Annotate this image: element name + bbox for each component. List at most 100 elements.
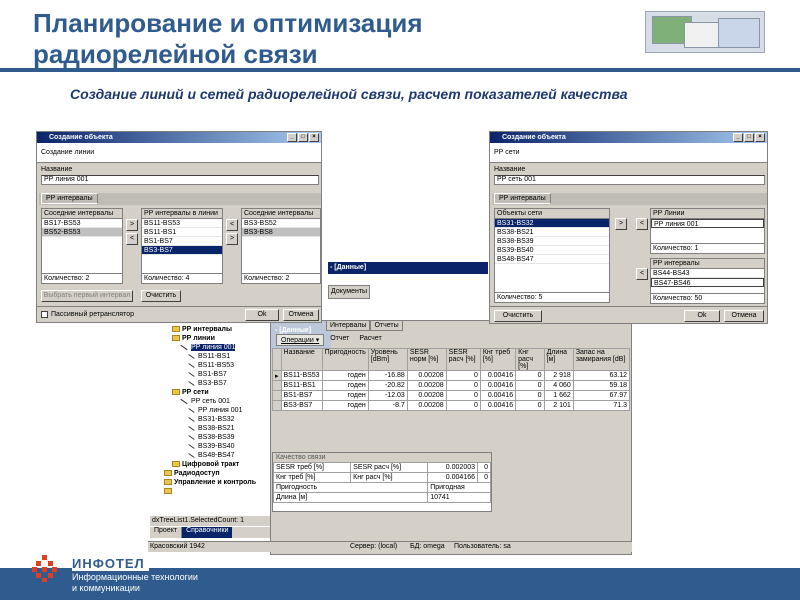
grid-column-header[interactable]: Кнг треб [%]: [479, 348, 517, 371]
table-cell: BS11-BS53: [280, 370, 323, 381]
list-item[interactable]: BS3-BS7: [142, 246, 222, 255]
table-row[interactable]: ▸ BS11-BS53 годен -16.88 0.00208 0 0.00416 0 2 9…: [272, 370, 631, 381]
close-icon[interactable]: ×: [309, 133, 319, 142]
tab-project[interactable]: Проект: [150, 527, 183, 538]
minimize-icon[interactable]: _: [287, 133, 297, 142]
kng-req-label: Кнг треб [%]: [272, 472, 352, 483]
list-item[interactable]: BS1-BS7: [142, 237, 222, 246]
tab-rr-intervals[interactable]: РР интервалы: [41, 193, 98, 204]
tree-node[interactable]: BS38-BS21: [150, 424, 270, 433]
tab-rr-intervals[interactable]: РР интервалы: [494, 193, 551, 204]
grid-column-header[interactable]: Кнг расч [%]: [515, 348, 545, 371]
remove-arrow-button[interactable]: <: [126, 233, 138, 245]
rr-lines-list[interactable]: РР Линии РР линия 001 Количество: 1: [650, 208, 765, 254]
list-item[interactable]: BS3-BS52: [242, 219, 320, 228]
tree-node[interactable]: BS11-BS53: [150, 361, 270, 370]
add-arrow-button[interactable]: >: [615, 218, 627, 230]
tree-node[interactable]: РР линия 001: [150, 343, 270, 352]
network-objects-list[interactable]: Объекты сети BS31-BS32 BS38-BS21 BS38-BS…: [494, 208, 610, 303]
clear-button[interactable]: Очистить: [141, 290, 181, 302]
add-arrow-button[interactable]: >: [126, 219, 138, 231]
table-cell: BS1-BS7: [280, 390, 323, 401]
table-cell: 0.00208: [406, 390, 447, 401]
list-item[interactable]: BS44-BS43: [651, 269, 764, 278]
list-item[interactable]: BS17-BS53: [42, 219, 122, 228]
tree-node[interactable]: РР сети: [150, 388, 270, 397]
grid-column-header[interactable]: SESR расч [%]: [445, 348, 481, 371]
tree-node[interactable]: РР линии: [150, 334, 270, 343]
list-item[interactable]: BS52-BS53: [42, 228, 122, 237]
tree-node-label: BS11-BS1: [198, 353, 231, 360]
list-item[interactable]: BS11-BS53: [142, 219, 222, 228]
grid-column-header[interactable]: SESR норм [%]: [406, 348, 447, 371]
neighbor-intervals-left[interactable]: Соседние интервалы BS17-BS53 BS52-BS53 К…: [41, 208, 123, 284]
remove-arrow-button-2[interactable]: <: [226, 219, 238, 231]
table-cell: -20.82: [367, 380, 408, 391]
tree-node[interactable]: РР интервалы: [150, 325, 270, 334]
tab-references[interactable]: Справочники: [182, 527, 233, 538]
tree-node[interactable]: BS11-BS1: [150, 352, 270, 361]
list-item[interactable]: BS48-BS47: [495, 255, 609, 264]
list-item[interactable]: BS39-BS40: [495, 246, 609, 255]
list-item[interactable]: РР линия 001: [651, 219, 764, 228]
operations-button[interactable]: Операции ▾: [276, 334, 325, 346]
tree-node[interactable]: [150, 487, 270, 496]
list-item[interactable]: BS38-BS21: [495, 228, 609, 237]
minimize-icon[interactable]: _: [733, 133, 743, 142]
documents-tab[interactable]: Документы: [328, 285, 370, 299]
ok-button[interactable]: Ok: [245, 309, 279, 321]
select-first-interval-button[interactable]: Выбрать первый интервал: [41, 290, 133, 302]
table-row[interactable]: BS3-BS7 годен -8.7 0.00208 0 0.00416 0 2 101 71.…: [272, 400, 631, 411]
rr-intervals-list[interactable]: РР интервалы BS44-BS43 BS47-BS46 Количес…: [650, 258, 765, 304]
remove-arrow-button-2[interactable]: <: [636, 268, 648, 280]
tree-node[interactable]: BS48-BS47: [150, 451, 270, 460]
table-cell: BS11-BS1: [280, 380, 323, 391]
list-item[interactable]: BS11-BS1: [142, 228, 222, 237]
ok-button[interactable]: Ok: [684, 310, 720, 322]
list-item[interactable]: BS3-BS8: [242, 228, 320, 237]
cancel-button[interactable]: Отмена: [724, 310, 764, 322]
cancel-button[interactable]: Отмена: [283, 309, 319, 321]
tree-node[interactable]: BS39-BS40: [150, 442, 270, 451]
row-indicator-header: [272, 348, 282, 371]
tree-node[interactable]: Цифровой тракт: [150, 460, 270, 469]
line-intervals-list[interactable]: РР интервалы в линии BS11-BS53 BS11-BS1 …: [141, 208, 223, 284]
folder-icon: [172, 326, 180, 333]
row-indicator: [272, 380, 282, 391]
tree-node[interactable]: BS1-BS7: [150, 370, 270, 379]
table-row[interactable]: BS1-BS7 годен -12.03 0.00208 0 0.00416 0 1 662 6…: [272, 390, 631, 401]
clear-button[interactable]: Очистить: [494, 310, 542, 322]
name-field[interactable]: РР сеть 001: [494, 175, 765, 185]
grid-column-header[interactable]: Уровень [dBm]: [367, 348, 408, 371]
name-field[interactable]: РР линия 001: [41, 175, 319, 185]
remove-arrow-button[interactable]: <: [636, 218, 648, 230]
list-item[interactable]: BS31-BS32: [495, 219, 609, 228]
close-icon[interactable]: ×: [755, 133, 765, 142]
maximize-icon[interactable]: □: [744, 133, 754, 142]
grid-column-header[interactable]: Длина [м]: [543, 348, 574, 371]
table-row[interactable]: BS11-BS1 годен -20.82 0.00208 0 0.00416 0 4 060…: [272, 380, 631, 391]
tree-node[interactable]: Управление и контроль: [150, 478, 270, 487]
neighbor-intervals-right[interactable]: Соседние интервалы BS3-BS52 BS3-BS8 Коли…: [241, 208, 321, 284]
tab-intervals[interactable]: Интервалы: [326, 320, 371, 331]
tree-node[interactable]: BS31-BS32: [150, 415, 270, 424]
tree-node[interactable]: BS3-BS7: [150, 379, 270, 388]
tree-node[interactable]: РР сеть 001: [150, 397, 270, 406]
calculate-button[interactable]: Расчет: [355, 334, 385, 346]
grid-column-header[interactable]: Пригодность: [321, 348, 369, 371]
list-header: Соседние интервалы: [242, 209, 320, 219]
maximize-icon[interactable]: □: [298, 133, 308, 142]
tab-reports[interactable]: Отчеты: [370, 320, 403, 331]
project-tree[interactable]: РР интервалы РР линии РР линия 001 BS11-BS1…: [150, 325, 270, 515]
passive-repeater-checkbox[interactable]: [41, 311, 48, 318]
tree-node[interactable]: РР линия 001: [150, 406, 270, 415]
tree-node[interactable]: Радиодоступ: [150, 469, 270, 478]
grid-column-header[interactable]: Запас на замирания [dB]: [572, 348, 631, 371]
report-button[interactable]: Отчет: [326, 334, 353, 346]
intervals-grid[interactable]: Название Пригодность Уровень [dBm] SESR нор…: [272, 348, 631, 411]
add-arrow-button-2[interactable]: >: [226, 233, 238, 245]
grid-column-header[interactable]: Название: [280, 348, 323, 371]
list-item[interactable]: BS47-BS46: [651, 278, 764, 287]
tree-node[interactable]: BS38-BS39: [150, 433, 270, 442]
list-item[interactable]: BS38-BS39: [495, 237, 609, 246]
